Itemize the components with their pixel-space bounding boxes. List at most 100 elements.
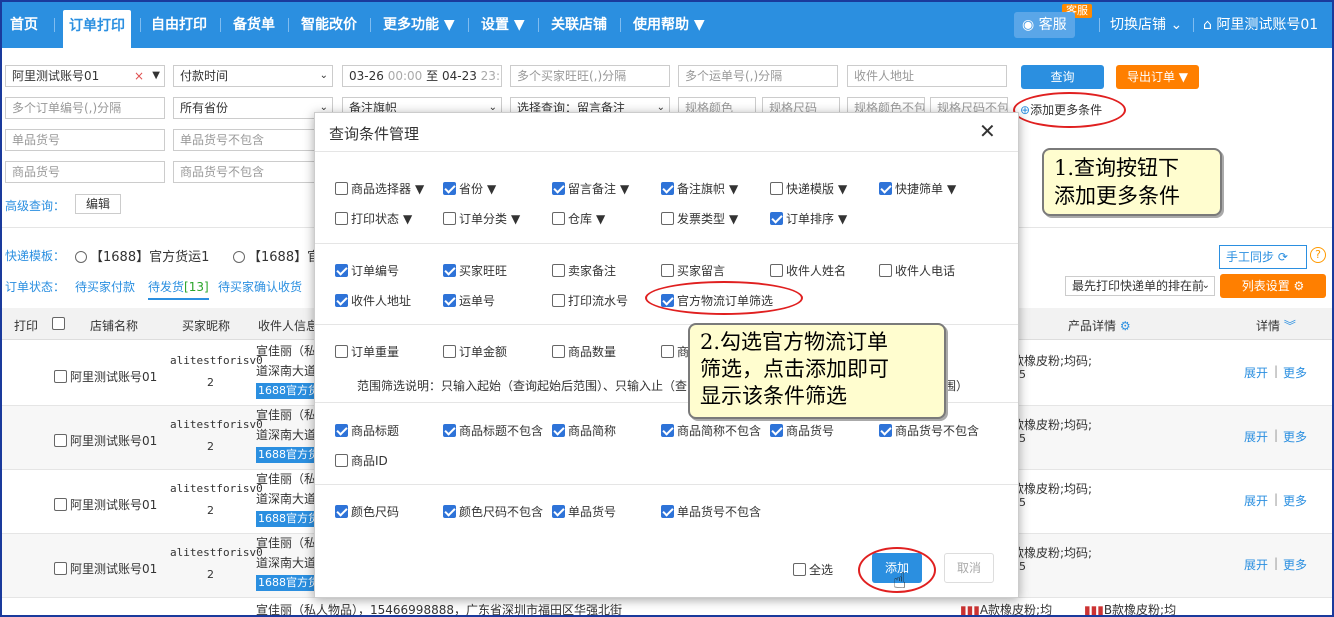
- condition-option[interactable]: 打印流水号: [552, 292, 628, 309]
- double-chevron-down-icon[interactable]: ︾: [1284, 319, 1296, 333]
- condition-option[interactable]: 卖家备注: [552, 262, 616, 279]
- sku-no-ex-input[interactable]: 单品货号不包含: [173, 129, 333, 151]
- gear-icon[interactable]: ⚙: [1120, 319, 1131, 333]
- checkbox[interactable]: [552, 264, 565, 277]
- condition-option[interactable]: 颜色尺码: [335, 503, 399, 520]
- condition-option[interactable]: 订单分类 ▼: [443, 210, 520, 227]
- service-button[interactable]: ◉ 客服: [1014, 12, 1075, 38]
- more-link[interactable]: 更多: [1283, 364, 1307, 381]
- condition-option[interactable]: 商品简称: [552, 422, 616, 439]
- condition-option[interactable]: 收件人姓名: [770, 262, 846, 279]
- manual-sync-button[interactable]: 手工同步 ⟳: [1219, 245, 1307, 269]
- address-input[interactable]: 收件人地址: [847, 65, 1007, 87]
- checkbox[interactable]: [770, 182, 783, 195]
- checkbox[interactable]: [552, 294, 565, 307]
- checkbox[interactable]: [552, 345, 565, 358]
- expand-link[interactable]: 展开: [1244, 556, 1268, 573]
- condition-option[interactable]: 单品货号不包含: [661, 503, 761, 520]
- checkbox[interactable]: [661, 424, 674, 437]
- select-all-option[interactable]: 全选: [793, 561, 833, 578]
- checkbox[interactable]: [552, 505, 565, 518]
- shop-select[interactable]: 阿里测试账号01 × ▼: [5, 65, 165, 87]
- checkbox[interactable]: [661, 505, 674, 518]
- checkbox[interactable]: [661, 345, 674, 358]
- condition-option[interactable]: 打印状态 ▼: [335, 210, 412, 227]
- nav-order-print[interactable]: 订单打印: [63, 10, 131, 48]
- cancel-button[interactable]: 取消: [944, 553, 994, 583]
- checkbox[interactable]: [54, 562, 67, 575]
- select-all-checkbox[interactable]: [52, 317, 68, 331]
- row-checkbox[interactable]: 阿里测试账号01: [54, 432, 157, 449]
- condition-option[interactable]: 订单重量: [335, 343, 399, 360]
- template-option-1[interactable]: 【1688】官方货运1: [75, 246, 209, 265]
- condition-option[interactable]: 商品选择器 ▼: [335, 180, 424, 197]
- time-type-select[interactable]: 付款时间 ⌄: [173, 65, 333, 87]
- checkbox[interactable]: [335, 345, 348, 358]
- condition-option[interactable]: 商品简称不包含: [661, 422, 761, 439]
- condition-option[interactable]: 省份 ▼: [443, 180, 496, 197]
- nav-settings[interactable]: 设置 ▼: [481, 2, 525, 48]
- condition-option[interactable]: 商品货号: [770, 422, 834, 439]
- close-icon[interactable]: ✕: [979, 119, 996, 143]
- expand-link[interactable]: 展开: [1244, 364, 1268, 381]
- sort-select[interactable]: 最先打印快递单的排在前 ⌄: [1065, 276, 1215, 296]
- account-menu[interactable]: ⌂ 阿里测试账号01: [1203, 2, 1318, 48]
- condition-option[interactable]: 订单编号: [335, 262, 399, 279]
- order-no-input[interactable]: 多个订单编号(,)分隔: [5, 97, 165, 119]
- row-checkbox[interactable]: 阿里测试账号01: [54, 368, 157, 385]
- checkbox[interactable]: [335, 424, 348, 437]
- expand-link[interactable]: 展开: [1244, 428, 1268, 445]
- checkbox[interactable]: [335, 212, 348, 225]
- checkbox[interactable]: [335, 505, 348, 518]
- condition-option[interactable]: 仓库 ▼: [552, 210, 605, 227]
- condition-option[interactable]: 快递模版 ▼: [770, 180, 847, 197]
- checkbox[interactable]: [552, 182, 565, 195]
- checkbox[interactable]: [879, 264, 892, 277]
- condition-option[interactable]: 收件人地址: [335, 292, 411, 309]
- condition-option[interactable]: 买家留言: [661, 262, 725, 279]
- condition-option[interactable]: 快捷筛单 ▼: [879, 180, 956, 197]
- checkbox[interactable]: [770, 424, 783, 437]
- condition-option[interactable]: 收件人电话: [879, 262, 955, 279]
- condition-option[interactable]: 商品标题: [335, 422, 399, 439]
- checkbox[interactable]: [443, 264, 456, 277]
- condition-option[interactable]: 商: [661, 343, 689, 360]
- more-link[interactable]: 更多: [1283, 556, 1307, 573]
- condition-option[interactable]: 商品标题不包含: [443, 422, 543, 439]
- nav-help[interactable]: 使用帮助 ▼: [633, 2, 705, 48]
- nav-linked-shops[interactable]: 关联店铺: [551, 2, 607, 48]
- checkbox[interactable]: [661, 264, 674, 277]
- checkbox[interactable]: [661, 182, 674, 195]
- expand-link[interactable]: 展开: [1244, 492, 1268, 509]
- condition-option[interactable]: 留言备注 ▼: [552, 180, 629, 197]
- checkbox[interactable]: [443, 294, 456, 307]
- condition-option[interactable]: 运单号: [443, 292, 495, 309]
- condition-option[interactable]: 商品ID: [335, 452, 388, 469]
- checkbox[interactable]: [879, 182, 892, 195]
- export-button[interactable]: 导出订单 ▼: [1116, 65, 1199, 89]
- checkbox[interactable]: [335, 454, 348, 467]
- template-option-2[interactable]: 【1688】官: [233, 246, 320, 265]
- checkbox[interactable]: [552, 212, 565, 225]
- condition-option[interactable]: 商品数量: [552, 343, 616, 360]
- condition-option[interactable]: 买家旺旺: [443, 262, 507, 279]
- row-checkbox[interactable]: 阿里测试账号01: [54, 496, 157, 513]
- edit-button[interactable]: 编辑: [75, 194, 121, 214]
- checkbox[interactable]: [661, 212, 674, 225]
- switch-shop[interactable]: 切换店铺 ⌄: [1110, 2, 1182, 48]
- checkbox[interactable]: [335, 264, 348, 277]
- more-link[interactable]: 更多: [1283, 428, 1307, 445]
- more-link[interactable]: 更多: [1283, 492, 1307, 509]
- province-select[interactable]: 所有省份 ⌄: [173, 97, 333, 119]
- clear-icon[interactable]: ×: [134, 66, 144, 86]
- condition-option[interactable]: 发票类型 ▼: [661, 210, 738, 227]
- checkbox[interactable]: [54, 370, 67, 383]
- checkbox[interactable]: [443, 212, 456, 225]
- search-button[interactable]: 查询: [1021, 65, 1104, 89]
- nav-more[interactable]: 更多功能 ▼: [383, 2, 455, 48]
- sku-no-input[interactable]: 单品货号: [5, 129, 165, 151]
- row-checkbox[interactable]: 阿里测试账号01: [54, 560, 157, 577]
- checkbox[interactable]: [54, 498, 67, 511]
- condition-option[interactable]: 备注旗帜 ▼: [661, 180, 738, 197]
- buyer-ww-input[interactable]: 多个买家旺旺(,)分隔: [510, 65, 670, 87]
